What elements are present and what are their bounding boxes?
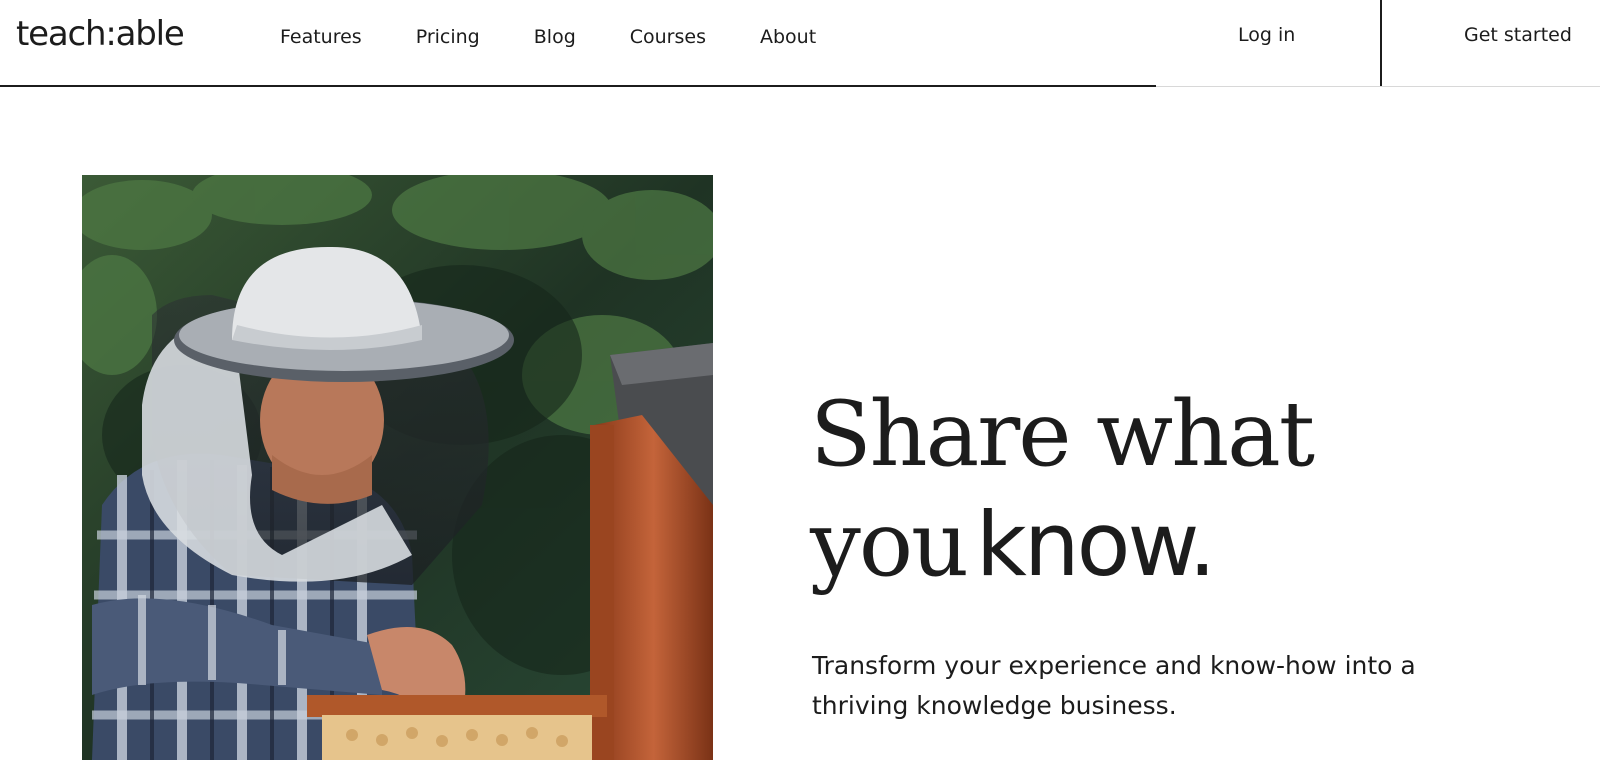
site-header: teach:able Features Pricing Blog Courses… [0,0,1600,87]
hero-subheading: Transform your experience and know-how i… [812,651,1416,720]
nav-features[interactable]: Features [280,22,362,52]
headline-line-2: you know. [810,490,1570,619]
nav-pricing[interactable]: Pricing [416,22,480,52]
beekeeper-photo [82,175,713,760]
nav-courses[interactable]: Courses [630,22,706,52]
get-started-button[interactable]: Get started [1464,20,1572,50]
header-underline [0,85,1156,87]
headline-word-you: you [810,492,969,597]
teachable-logo[interactable]: teach:able [16,12,185,56]
headline-word-know: know. [975,493,1216,596]
login-link[interactable]: Log in [1238,20,1295,50]
main-nav: Features Pricing Blog Courses About [280,22,870,52]
nav-blog[interactable]: Blog [534,22,576,52]
header-underline-light [1156,86,1600,87]
header-divider [1380,0,1382,87]
hero-headline: Share what you know. [810,380,1570,619]
headline-line-1: Share what [810,382,1315,487]
nav-about[interactable]: About [760,22,816,52]
